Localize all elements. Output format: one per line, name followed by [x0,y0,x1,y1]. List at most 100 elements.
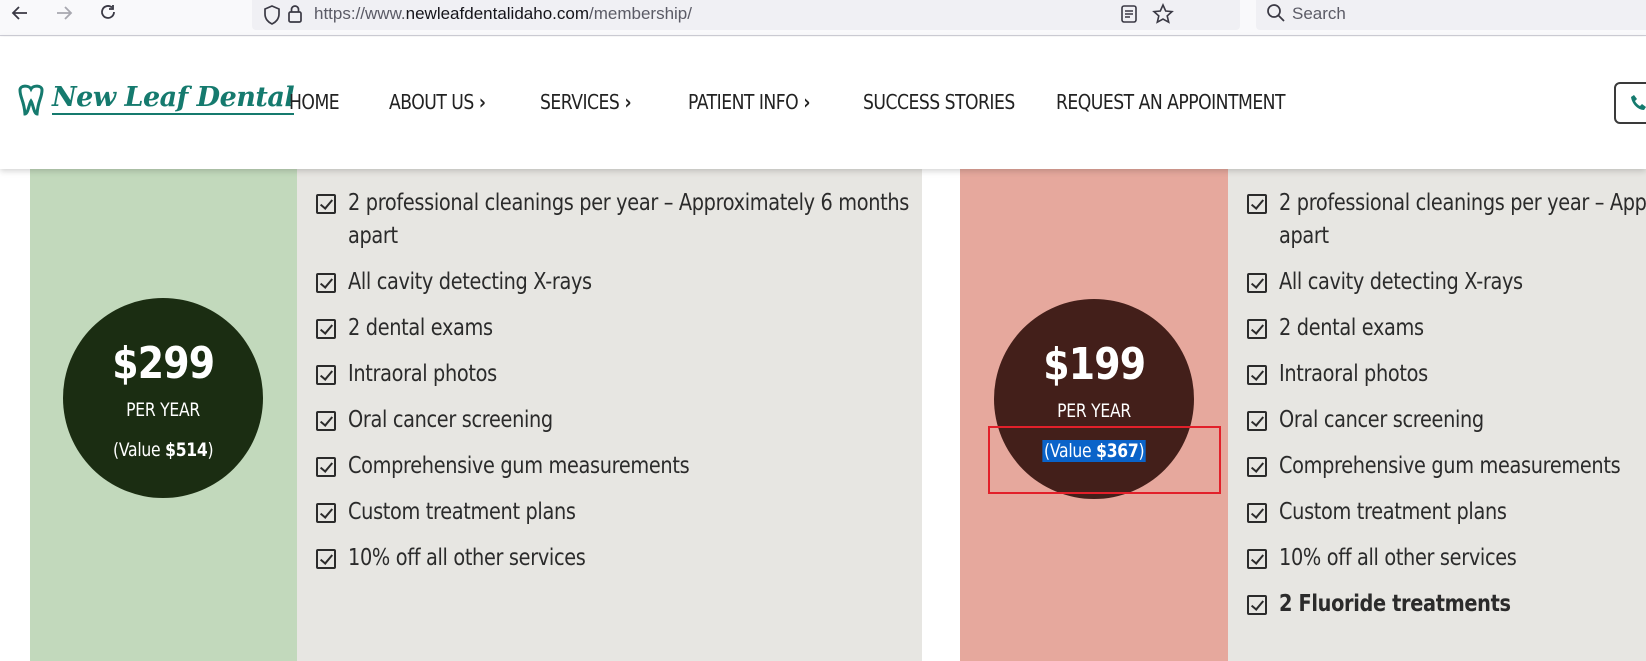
feature-text: Oral cancer screening [1279,407,1484,433]
nav-success-stories[interactable]: SUCCESS STORIES [863,90,1015,114]
forward-button[interactable] [50,0,78,26]
search-icon [1267,4,1285,22]
list-item: Oral cancer screening [316,404,1016,437]
tooth-leaf-logo-icon[interactable] [16,84,46,116]
feature-text: Custom treatment plans [348,499,576,525]
checkbox-checked-icon [1247,411,1267,431]
feature-text: 2 professional cleanings per year – Appr… [1279,190,1646,216]
checkbox-checked-icon [316,273,336,293]
list-item: All cavity detecting X-rays [1247,266,1646,299]
list-item: 2 dental exams [316,312,1016,345]
url-path: /membership/ [589,4,692,23]
feature-text: Oral cancer screening [348,407,553,433]
checkbox-checked-icon [1247,503,1267,523]
plan-2-price: $199 [1043,339,1146,390]
plan-1-feature-list: 2 professional cleanings per year – Appr… [316,187,1016,588]
feature-text: 10% off all other services [1279,545,1517,571]
feature-text: Intraoral photos [348,361,497,387]
feature-text: All cavity detecting X-rays [1279,269,1523,295]
list-item: 2 professional cleanings per year – Appr… [316,187,1016,220]
phone-icon [1631,95,1646,110]
nav-request-appointment[interactable]: REQUEST AN APPOINTMENT [1056,90,1286,114]
plan-1-price-badge: $299 PER YEAR (Value $514) [63,298,263,498]
membership-plans: $299 PER YEAR (Value $514) 2 professiona… [0,169,1646,661]
checkbox-checked-icon [316,411,336,431]
shield-icon [264,5,280,25]
plan-1-value-suffix: ) [207,439,214,461]
list-item: Comprehensive gum measurements [1247,450,1646,483]
search-placeholder: Search [1292,4,1346,23]
nav-patient-info-label: PATIENT INFO [688,90,799,114]
checkbox-checked-icon [316,457,336,477]
checkbox-checked-icon [316,503,336,523]
checkbox-checked-icon [316,549,336,569]
reload-button[interactable] [94,0,122,26]
reader-view-icon[interactable] [1120,4,1138,24]
url-prefix: https://www. [314,4,406,23]
list-item: All cavity detecting X-rays [316,266,1016,299]
list-item-continuation: apart [316,220,1016,253]
call-button[interactable] [1614,82,1646,124]
list-item: Intraoral photos [316,358,1016,391]
feature-text: 10% off all other services [348,545,586,571]
url-text[interactable]: https://www.newleafdentalidaho.com/membe… [314,4,692,24]
feature-text: apart [348,223,398,249]
plan-1-period: PER YEAR [126,399,200,421]
feature-text: 2 dental exams [1279,315,1424,341]
feature-text: 2 dental exams [348,315,493,341]
plan-2-period: PER YEAR [1057,400,1131,422]
plan-1-value-prefix: (Value [112,439,165,461]
checkbox-checked-icon [316,194,336,214]
checkbox-checked-icon [1247,194,1267,214]
checkbox-checked-icon [316,365,336,385]
logo-text[interactable]: New Leaf Dental [52,83,295,115]
feature-text: Comprehensive gum measurements [348,453,690,479]
list-item: 2 Fluoride treatments [1247,588,1646,621]
back-arrow-icon [11,6,27,20]
lock-icon [288,5,302,23]
feature-text: 2 professional cleanings per year – Appr… [348,190,910,216]
list-item: Custom treatment plans [1247,496,1646,529]
url-domain: newleafdentalidaho.com [405,4,589,23]
feature-text: Intraoral photos [1279,361,1428,387]
nav-about-us[interactable]: ABOUT US › [389,90,486,114]
checkbox-checked-icon [1247,365,1267,385]
bookmark-star-icon[interactable] [1152,3,1174,25]
plan-2-feature-list: 2 professional cleanings per year – Appr… [1247,187,1646,634]
list-item: 2 professional cleanings per year – Appr… [1247,187,1646,220]
feature-text: Custom treatment plans [1279,499,1507,525]
feature-text: 2 Fluoride treatments [1279,591,1511,617]
plan-1-value: (Value $514) [112,439,214,461]
list-item-continuation: apart [1247,220,1646,253]
feature-text: All cavity detecting X-rays [348,269,592,295]
browser-toolbar: https://www.newleafdentalidaho.com/membe… [0,0,1646,36]
checkbox-checked-icon [316,319,336,339]
nav-services[interactable]: SERVICES › [540,90,632,114]
chevron-right-icon: › [478,90,486,114]
chevron-right-icon: › [624,90,632,114]
feature-text: apart [1279,223,1329,249]
plan-1-price: $299 [112,338,215,389]
nav-services-label: SERVICES [540,90,620,114]
chevron-right-icon: › [803,90,810,114]
site-header: New Leaf Dental HOME ABOUT US › SERVICES ›… [0,37,1646,169]
back-button[interactable] [6,0,34,26]
list-item: Oral cancer screening [1247,404,1646,437]
nav-patient-info[interactable]: PATIENT INFO › [688,90,810,114]
checkbox-checked-icon [1247,595,1267,615]
checkbox-checked-icon [1247,319,1267,339]
list-item: 2 dental exams [1247,312,1646,345]
plan-1-value-amount: $514 [164,439,208,461]
nav-request-appointment-label: REQUEST AN APPOINTMENT [1056,90,1286,114]
feature-text: Comprehensive gum measurements [1279,453,1621,479]
nav-about-us-label: ABOUT US [389,90,474,114]
list-item: 10% off all other services [1247,542,1646,575]
forward-arrow-icon [57,6,73,20]
nav-success-stories-label: SUCCESS STORIES [863,90,1015,114]
checkbox-checked-icon [1247,273,1267,293]
list-item: 10% off all other services [316,542,1016,575]
nav-home[interactable]: HOME [289,90,340,114]
list-item: Comprehensive gum measurements [316,450,1016,483]
list-item: Custom treatment plans [316,496,1016,529]
list-item: Intraoral photos [1247,358,1646,391]
